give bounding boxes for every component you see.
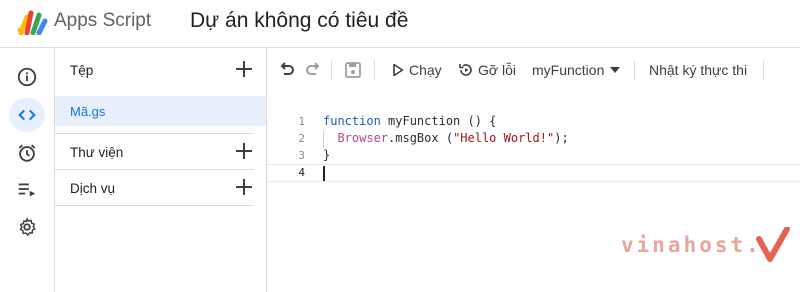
top-bar: Apps Script Dự án không có tiêu đề (0, 0, 800, 48)
save-icon (345, 62, 361, 78)
overview-button[interactable] (9, 60, 45, 94)
add-file-icon[interactable] (234, 59, 254, 79)
save-button[interactable] (343, 60, 363, 80)
checkmark-icon (755, 227, 790, 262)
line-number: 3 (298, 149, 305, 162)
code-line[interactable]: function myFunction () { (323, 113, 800, 130)
file-item-ma-gs[interactable]: Mã.gs (55, 96, 266, 126)
divider (55, 205, 254, 206)
add-library-icon[interactable] (234, 141, 254, 161)
debug-button[interactable]: Gỡ lỗi (458, 62, 516, 78)
line-number: 1 (298, 115, 305, 128)
editor-toolbar: Chạy Gỡ lỗi myFunction Nhật ký thực thi (267, 48, 800, 93)
editor-button[interactable] (9, 98, 45, 132)
redo-button[interactable] (303, 60, 323, 80)
add-service-icon[interactable] (234, 177, 254, 197)
code-line[interactable]: } (323, 147, 800, 164)
debug-icon (459, 64, 472, 76)
files-label: Tệp (70, 62, 94, 78)
function-selector[interactable]: myFunction (532, 62, 621, 78)
watermark-text: vinahost. (621, 233, 762, 257)
code-line[interactable]: Browser.msgBox ("Hello World!"); (323, 130, 800, 147)
code-string: "Hello World!" (453, 131, 555, 145)
settings-button[interactable] (9, 210, 45, 244)
code-editor-icon (18, 109, 36, 121)
libraries-label: Thư viện (70, 144, 124, 160)
executions-icon (18, 183, 36, 197)
debug-label: Gỡ lỗi (478, 62, 516, 78)
redo-icon (306, 62, 320, 75)
code-text: } (323, 148, 331, 162)
execution-log-button[interactable]: Nhật ký thực thi (649, 62, 747, 78)
play-icon (393, 63, 404, 77)
info-icon (17, 67, 37, 87)
code-line-current[interactable] (267, 164, 800, 182)
triggers-button[interactable] (9, 136, 45, 170)
toolbar-divider (374, 60, 375, 80)
code-keyword: function (323, 114, 381, 128)
project-title[interactable]: Dự án không có tiêu đề (190, 9, 408, 33)
code-method: .msgBox ( (388, 131, 454, 145)
toolbar-divider (331, 60, 332, 80)
code-text: ); (554, 131, 569, 145)
services-label: Dịch vụ (70, 180, 116, 196)
app-name[interactable]: Apps Script (54, 10, 151, 32)
files-panel: Tệp Mã.gs Thư viện Dịch vụ (55, 48, 267, 292)
libraries-header: Thư viện (55, 134, 266, 170)
left-nav-rail (0, 48, 55, 292)
alarm-clock-icon (18, 144, 36, 162)
line-number: 2 (298, 132, 305, 145)
code-text: myFunction () { (380, 114, 497, 128)
watermark: vinahost. (621, 225, 796, 265)
run-label: Chạy (409, 62, 442, 78)
gear-icon (19, 218, 36, 236)
dropdown-arrow-icon (610, 67, 621, 73)
executions-button[interactable] (9, 172, 45, 206)
apps-script-logo-icon[interactable] (17, 9, 49, 35)
toolbar-divider (763, 60, 764, 80)
function-selected: myFunction (532, 62, 605, 78)
services-header: Dịch vụ (55, 170, 266, 206)
files-header: Tệp (55, 52, 266, 88)
run-button[interactable]: Chạy (392, 62, 442, 78)
code-lines[interactable]: function myFunction () { Browser.msgBox … (267, 113, 800, 182)
execution-log-label: Nhật ký thực thi (649, 62, 748, 78)
text-cursor (323, 166, 325, 181)
undo-button[interactable] (277, 60, 297, 80)
file-name: Mã.gs (70, 103, 106, 119)
toolbar-divider (634, 60, 635, 80)
undo-icon (280, 62, 294, 75)
code-object: Browser (337, 131, 389, 145)
